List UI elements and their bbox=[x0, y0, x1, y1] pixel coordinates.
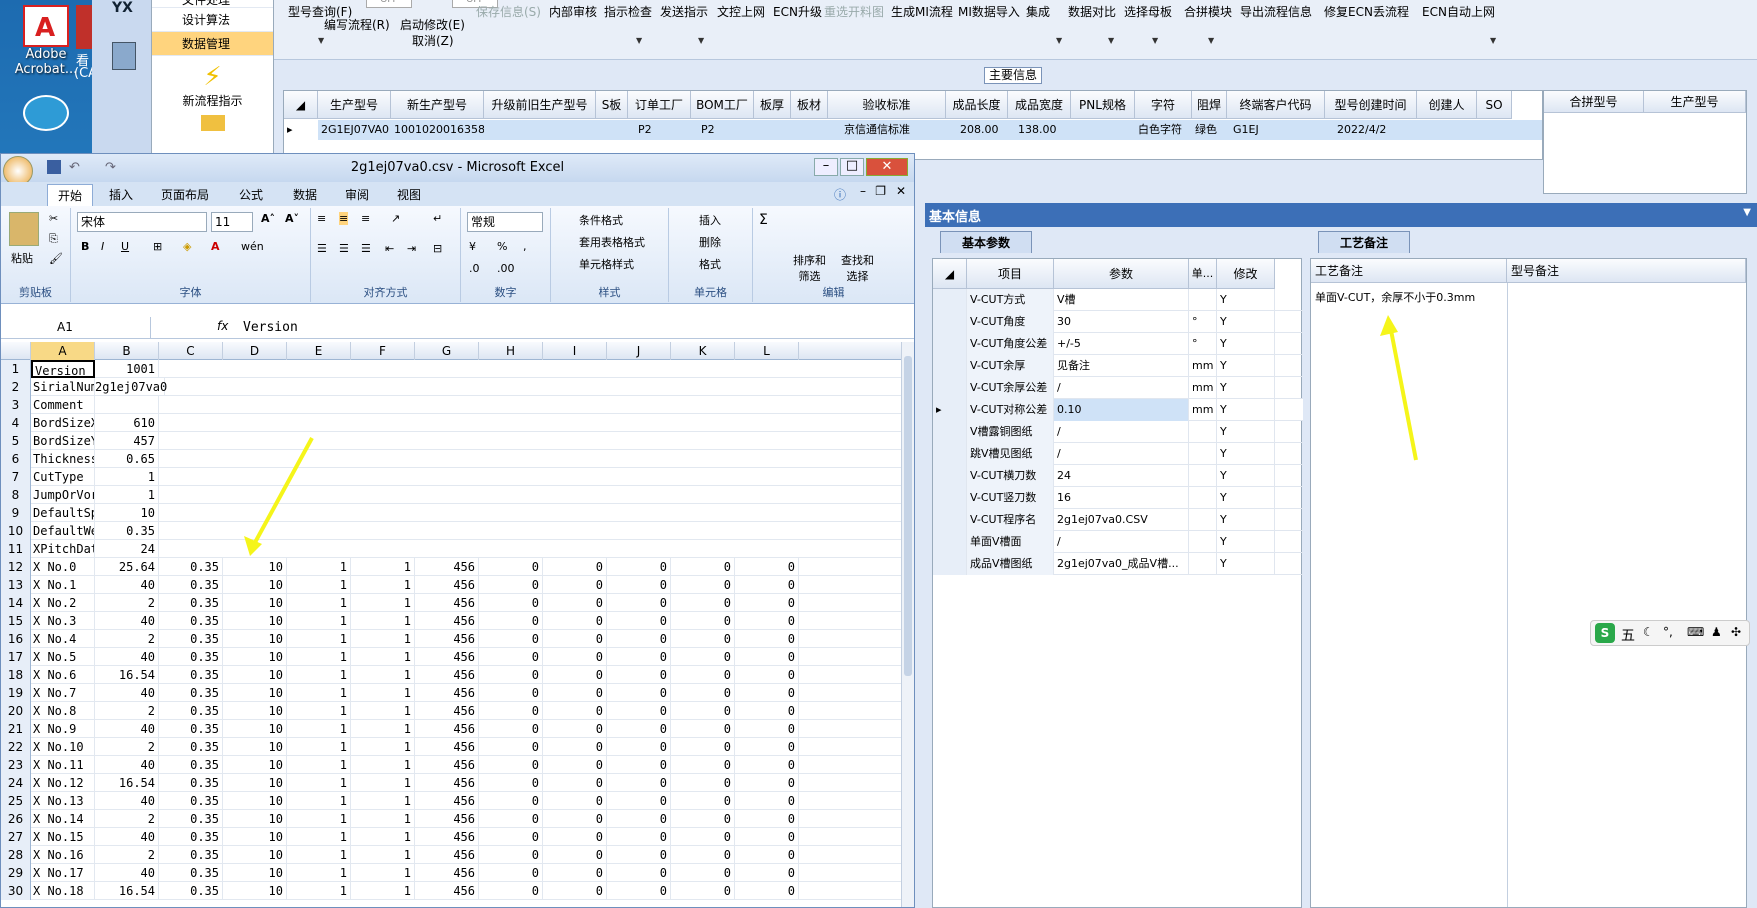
annotation-arrow bbox=[250, 437, 314, 549]
arrow-head-icon bbox=[1380, 315, 1398, 336]
annotation-arrows bbox=[244, 315, 1418, 556]
arrow-head-icon bbox=[244, 536, 262, 556]
annotation-arrow bbox=[1388, 324, 1418, 461]
